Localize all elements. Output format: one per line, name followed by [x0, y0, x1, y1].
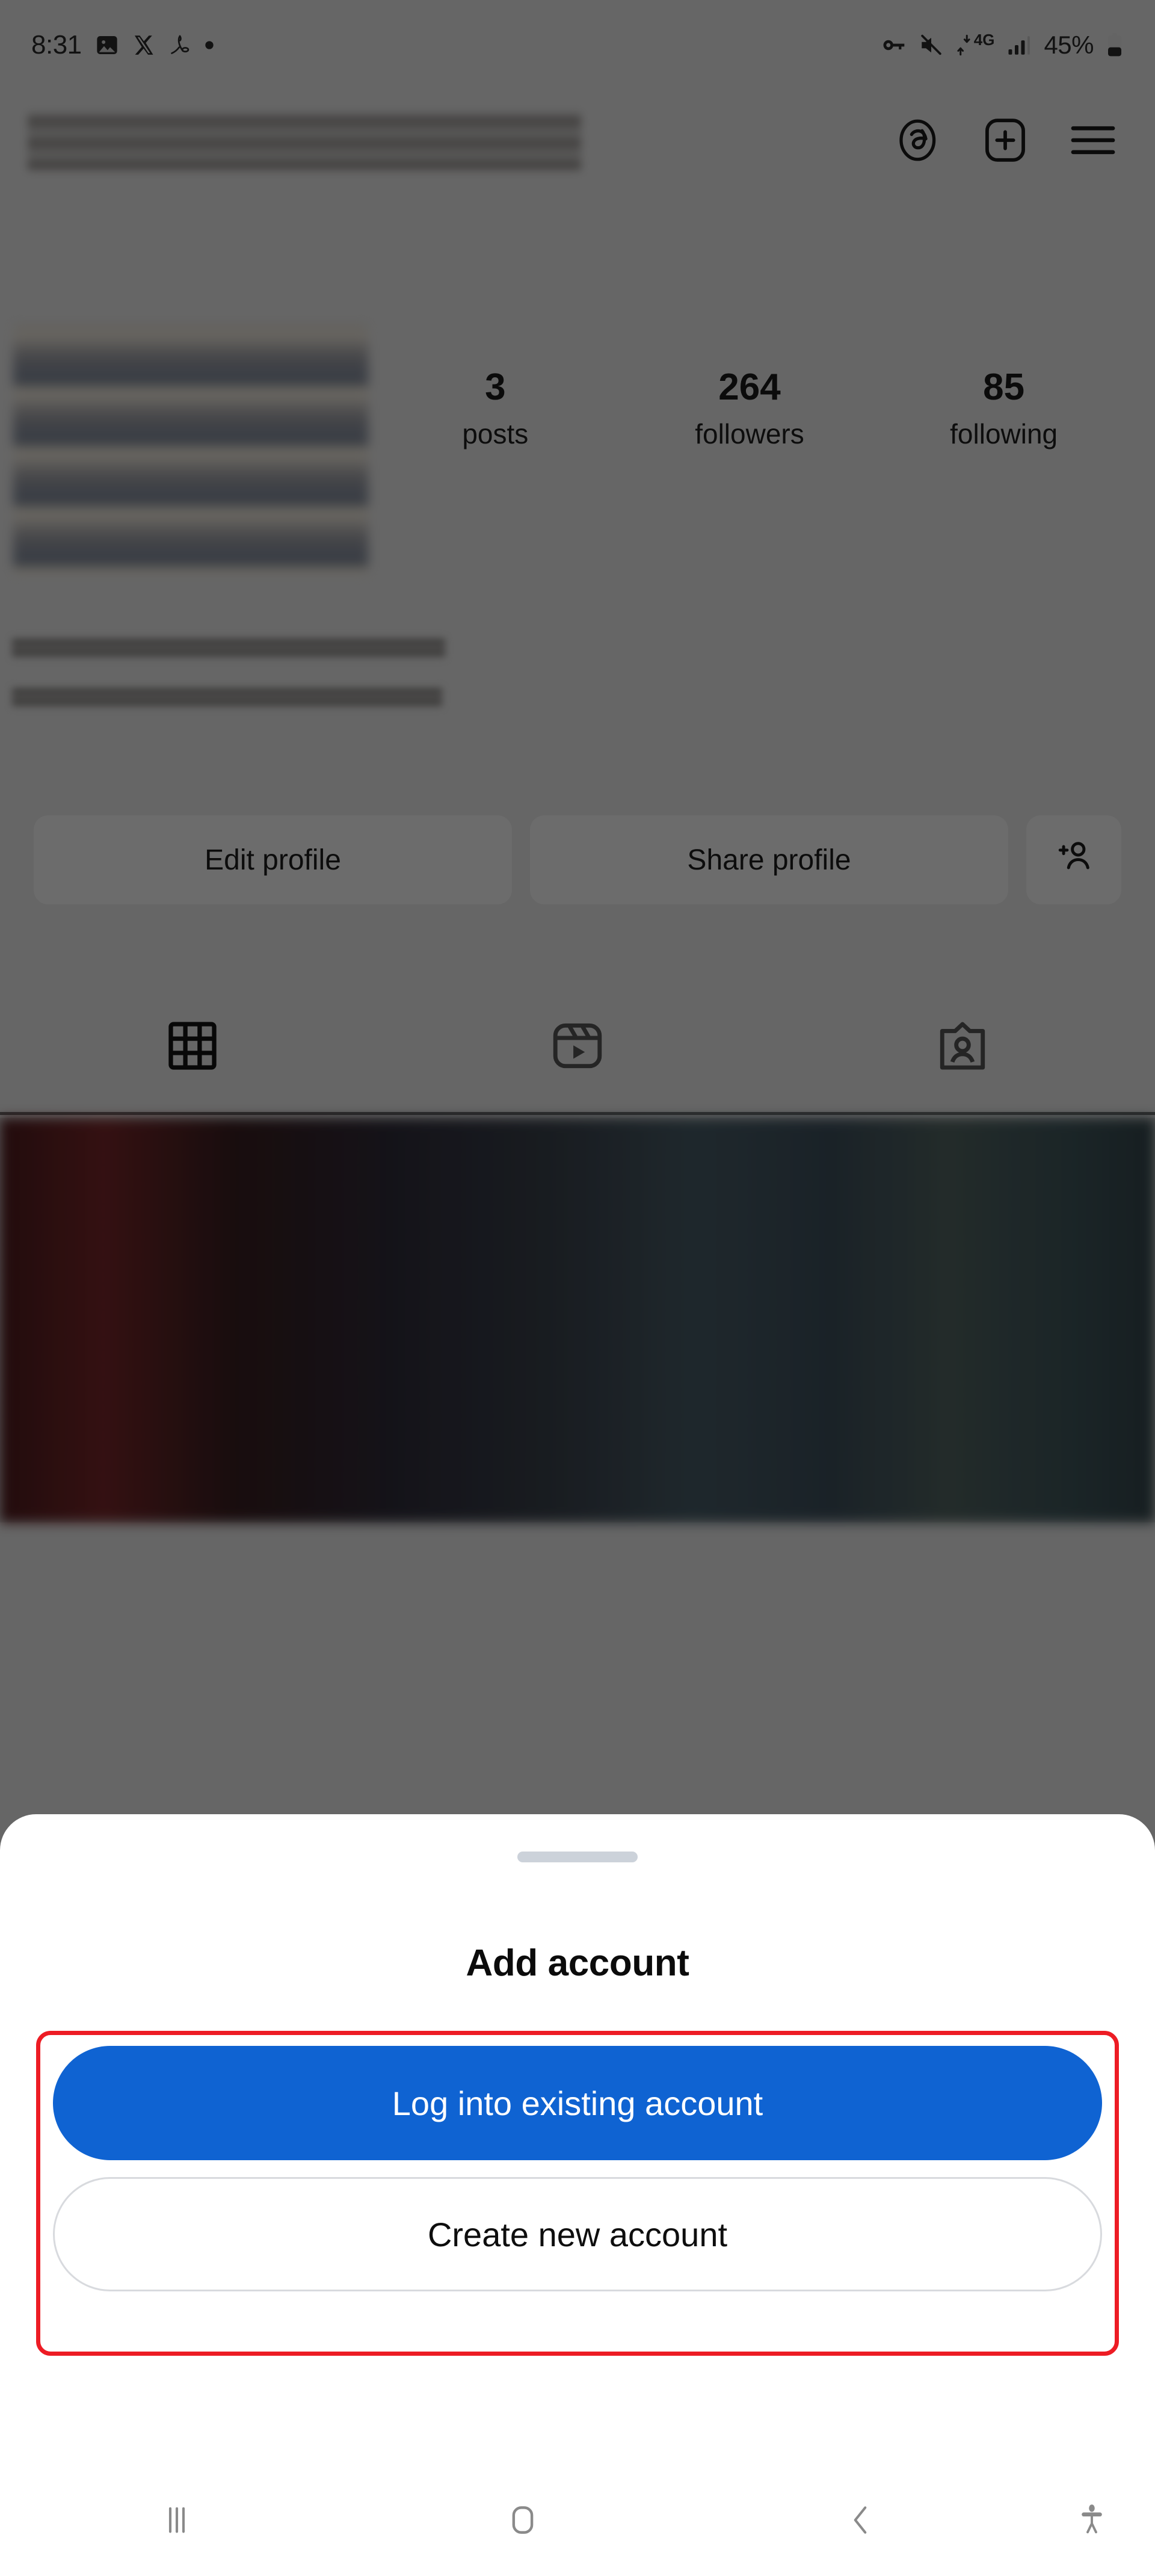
tagged-icon: [935, 1018, 990, 1076]
profile-bio-redacted: [12, 638, 469, 737]
accessibility-button[interactable]: [1029, 2501, 1155, 2542]
avatar[interactable]: [13, 325, 368, 575]
recents-button[interactable]: [0, 2500, 354, 2543]
4g-data-icon: 4G: [956, 30, 995, 58]
network-type-label: 4G: [973, 30, 995, 49]
edit-profile-button[interactable]: Edit profile: [34, 815, 512, 904]
mute-icon: [919, 32, 944, 58]
tab-active-underline: [0, 1112, 1155, 1115]
android-navigation-bar: [0, 2467, 1155, 2576]
share-profile-button[interactable]: Share profile: [530, 815, 1008, 904]
bio-line: [12, 687, 442, 708]
status-bar-right: 4G 45%: [880, 31, 1124, 60]
add-post-icon[interactable]: [981, 116, 1030, 168]
profile-stats: 3 posts 264 followers 85 following: [368, 325, 1155, 450]
x-twitter-icon: [132, 34, 155, 57]
posts-grid-overlay: [0, 1118, 1155, 1522]
add-person-icon: [1053, 835, 1095, 885]
stat-posts[interactable]: 3 posts: [405, 366, 585, 450]
profile-action-row: Edit profile Share profile: [0, 815, 1155, 904]
hamburger-menu-icon[interactable]: [1067, 116, 1119, 168]
dot-icon: [205, 40, 214, 50]
create-new-account-button[interactable]: Create new account: [53, 2177, 1102, 2291]
signal-bars-icon: [1006, 32, 1032, 58]
log-into-existing-account-button[interactable]: Log into existing account: [53, 2046, 1102, 2160]
reels-tab[interactable]: [385, 1018, 770, 1076]
add-person-button[interactable]: [1026, 815, 1121, 904]
back-button[interactable]: [691, 2500, 1029, 2543]
threads-icon[interactable]: [894, 116, 943, 168]
status-bar: 8:31 4G 45%: [0, 0, 1155, 90]
image-icon: [95, 33, 119, 57]
back-icon: [840, 2500, 880, 2543]
vpn-key-icon: [880, 32, 907, 58]
header-icon-group: [894, 116, 1119, 168]
battery-icon: [1106, 32, 1124, 58]
home-icon: [503, 2500, 543, 2543]
sheet-title: Add account: [466, 1942, 689, 1984]
profile-summary: 3 posts 264 followers 85 following: [0, 325, 1155, 575]
sheet-drag-handle[interactable]: [517, 1852, 638, 1862]
stat-followers-label: followers: [695, 418, 804, 450]
stat-following-value: 85: [983, 366, 1025, 408]
status-time: 8:31: [31, 30, 82, 60]
sheet-button-group: Log into existing account Create new acc…: [53, 2046, 1102, 2291]
status-bar-left: 8:31: [31, 30, 214, 60]
grid-icon: [165, 1018, 220, 1076]
battery-percent-label: 45%: [1044, 31, 1094, 59]
username-redacted[interactable]: [28, 111, 581, 171]
adobe-acrobat-icon: [168, 34, 191, 57]
stat-following-label: following: [950, 418, 1058, 450]
profile-header: [0, 96, 1155, 187]
accessibility-icon: [1073, 2501, 1110, 2542]
reels-icon: [550, 1018, 605, 1076]
recents-icon: [157, 2500, 197, 2543]
home-button[interactable]: [354, 2500, 692, 2543]
profile-tab-row: [0, 978, 1155, 1116]
bio-line: [12, 638, 445, 658]
stat-followers-value: 264: [718, 366, 781, 408]
stat-posts-label: posts: [462, 418, 529, 450]
grid-tab[interactable]: [0, 1018, 385, 1076]
tagged-tab[interactable]: [770, 1018, 1155, 1076]
stat-following[interactable]: 85 following: [914, 366, 1094, 450]
stat-followers[interactable]: 264 followers: [659, 366, 840, 450]
stat-posts-value: 3: [485, 366, 506, 408]
